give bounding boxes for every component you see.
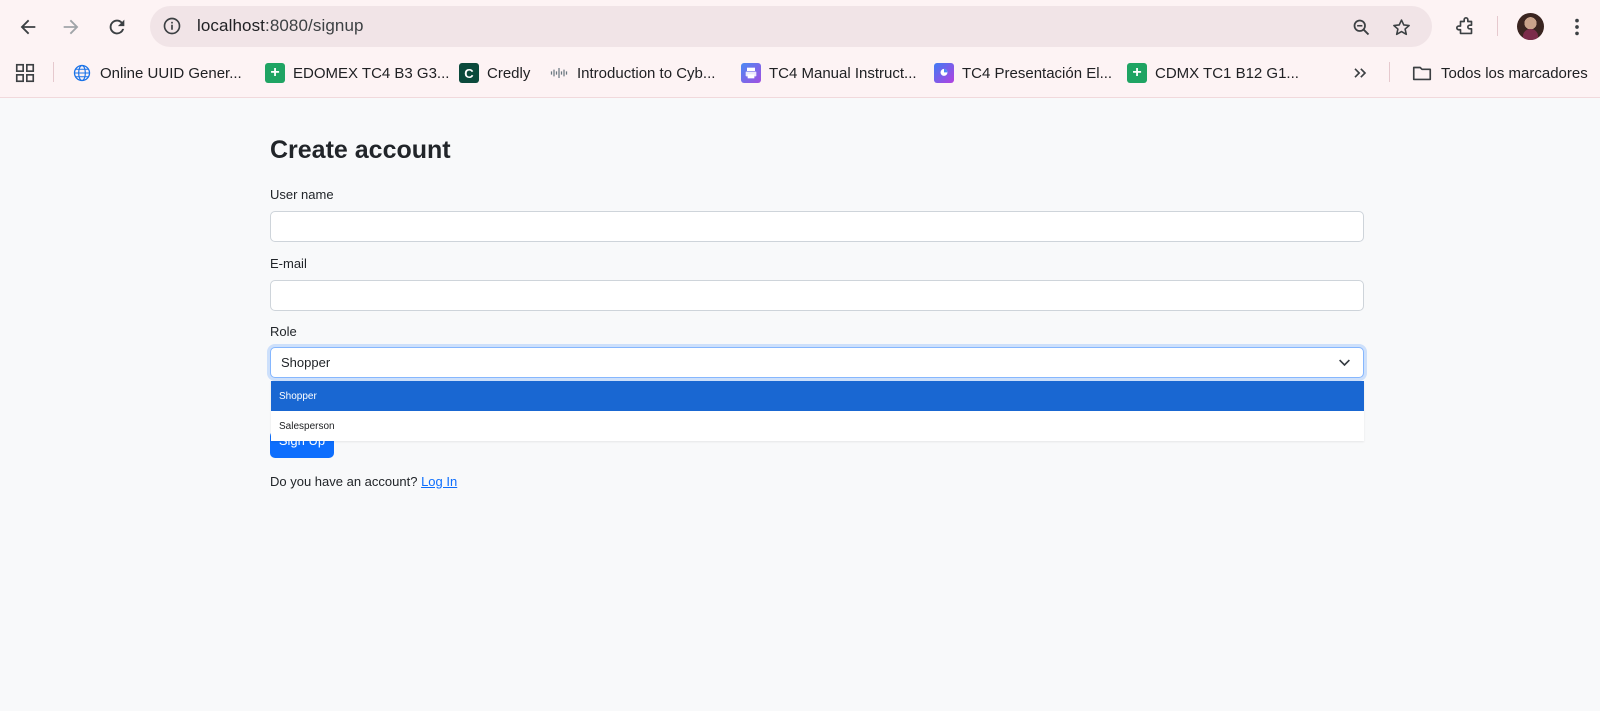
bookmark-credly[interactable]: C Credly (459, 60, 530, 86)
url-text[interactable]: localhost:8080/signup (197, 16, 364, 36)
bookmark-label: EDOMEX TC4 B3 G3... (293, 64, 450, 82)
sheets-icon: + (1127, 63, 1147, 83)
url-path: :8080/signup (265, 16, 364, 35)
role-option-shopper[interactable]: Shopper (271, 381, 1364, 411)
bookmark-label: Introduction to Cyb... (577, 64, 716, 82)
bookmark-label: TC4 Presentación El... (962, 64, 1113, 82)
bookmark-cdmx[interactable]: + CDMX TC1 B12 G1... (1127, 60, 1299, 86)
login-prompt-text: Do you have an account? (270, 474, 418, 489)
username-input[interactable] (270, 211, 1364, 242)
back-button[interactable] (11, 10, 45, 44)
option-label: Salesperson (279, 421, 335, 432)
bookmark-online-uuid[interactable]: Online UUID Gener... (72, 60, 242, 86)
role-dropdown-list: Shopper Salesperson (271, 381, 1364, 441)
bookmark-intro-cyber[interactable]: Introduction to Cyb... (549, 60, 715, 86)
role-selected-value: Shopper (281, 355, 331, 370)
bookmark-label: CDMX TC1 B12 G1... (1155, 64, 1299, 82)
sheets-icon: + (265, 63, 285, 83)
bookmark-edomex[interactable]: + EDOMEX TC4 B3 G3... (265, 60, 449, 86)
double-chevron-right-icon (1354, 68, 1367, 78)
arrow-left-icon (20, 19, 36, 35)
login-link[interactable]: Log In (421, 474, 457, 489)
extensions-button[interactable] (1449, 10, 1483, 44)
menu-button[interactable] (1560, 10, 1594, 44)
bookmarks-bar: Online UUID Gener... + EDOMEX TC4 B3 G3.… (0, 56, 1600, 90)
bookmarks-divider (53, 62, 54, 82)
email-label: E-mail (270, 256, 307, 271)
arrow-right-icon (63, 19, 79, 35)
more-bookmarks-button[interactable] (1350, 60, 1370, 86)
page-title: Create account (270, 136, 451, 164)
folder-icon (1412, 66, 1432, 81)
zoom-icon[interactable] (1347, 13, 1375, 41)
bookmark-tc4-manual[interactable]: TC4 Manual Instruct... (741, 60, 917, 86)
username-label: User name (270, 187, 334, 202)
toolbar-divider (1497, 16, 1498, 36)
kebab-menu-icon (1575, 18, 1579, 36)
bookmarks-divider (1389, 62, 1390, 82)
forward-button[interactable] (54, 10, 88, 44)
browser-toolbar: localhost:8080/signup (0, 0, 1600, 52)
presentation-icon (934, 63, 954, 83)
role-select[interactable]: Shopper (270, 347, 1364, 378)
role-option-salesperson[interactable]: Salesperson (271, 411, 1364, 441)
bookmark-label: TC4 Manual Instruct... (769, 64, 917, 82)
role-label: Role (270, 324, 297, 339)
reload-icon (109, 19, 125, 35)
cisco-icon (549, 63, 569, 83)
bookmark-label: Online UUID Gener... (100, 64, 242, 82)
bookmark-tc4-presentacion[interactable]: TC4 Presentación El... (934, 60, 1112, 86)
url-host: localhost (197, 16, 265, 35)
chevron-down-icon (1339, 359, 1350, 367)
reload-button[interactable] (100, 10, 134, 44)
globe-icon (72, 63, 92, 83)
apps-grid-icon (15, 63, 35, 83)
printer-icon (741, 63, 761, 83)
credly-icon: C (459, 63, 479, 83)
profile-avatar[interactable] (1517, 13, 1544, 40)
address-bar[interactable]: localhost:8080/signup (150, 6, 1432, 47)
bookmark-label: Credly (487, 64, 531, 82)
apps-button[interactable] (14, 60, 36, 86)
all-bookmarks-folder[interactable]: Todos los marcadores (1411, 60, 1588, 86)
option-label: Shopper (279, 391, 317, 402)
star-bookmark-icon[interactable] (1387, 13, 1415, 41)
all-bookmarks-label: Todos los marcadores (1441, 64, 1588, 82)
email-input[interactable] (270, 280, 1364, 311)
puzzle-icon (1456, 17, 1473, 35)
browser-chrome: localhost:8080/signup Online UUID Gener. (0, 0, 1600, 98)
login-prompt: Do you have an account? Log In (270, 474, 457, 489)
site-info-icon[interactable] (160, 14, 184, 38)
